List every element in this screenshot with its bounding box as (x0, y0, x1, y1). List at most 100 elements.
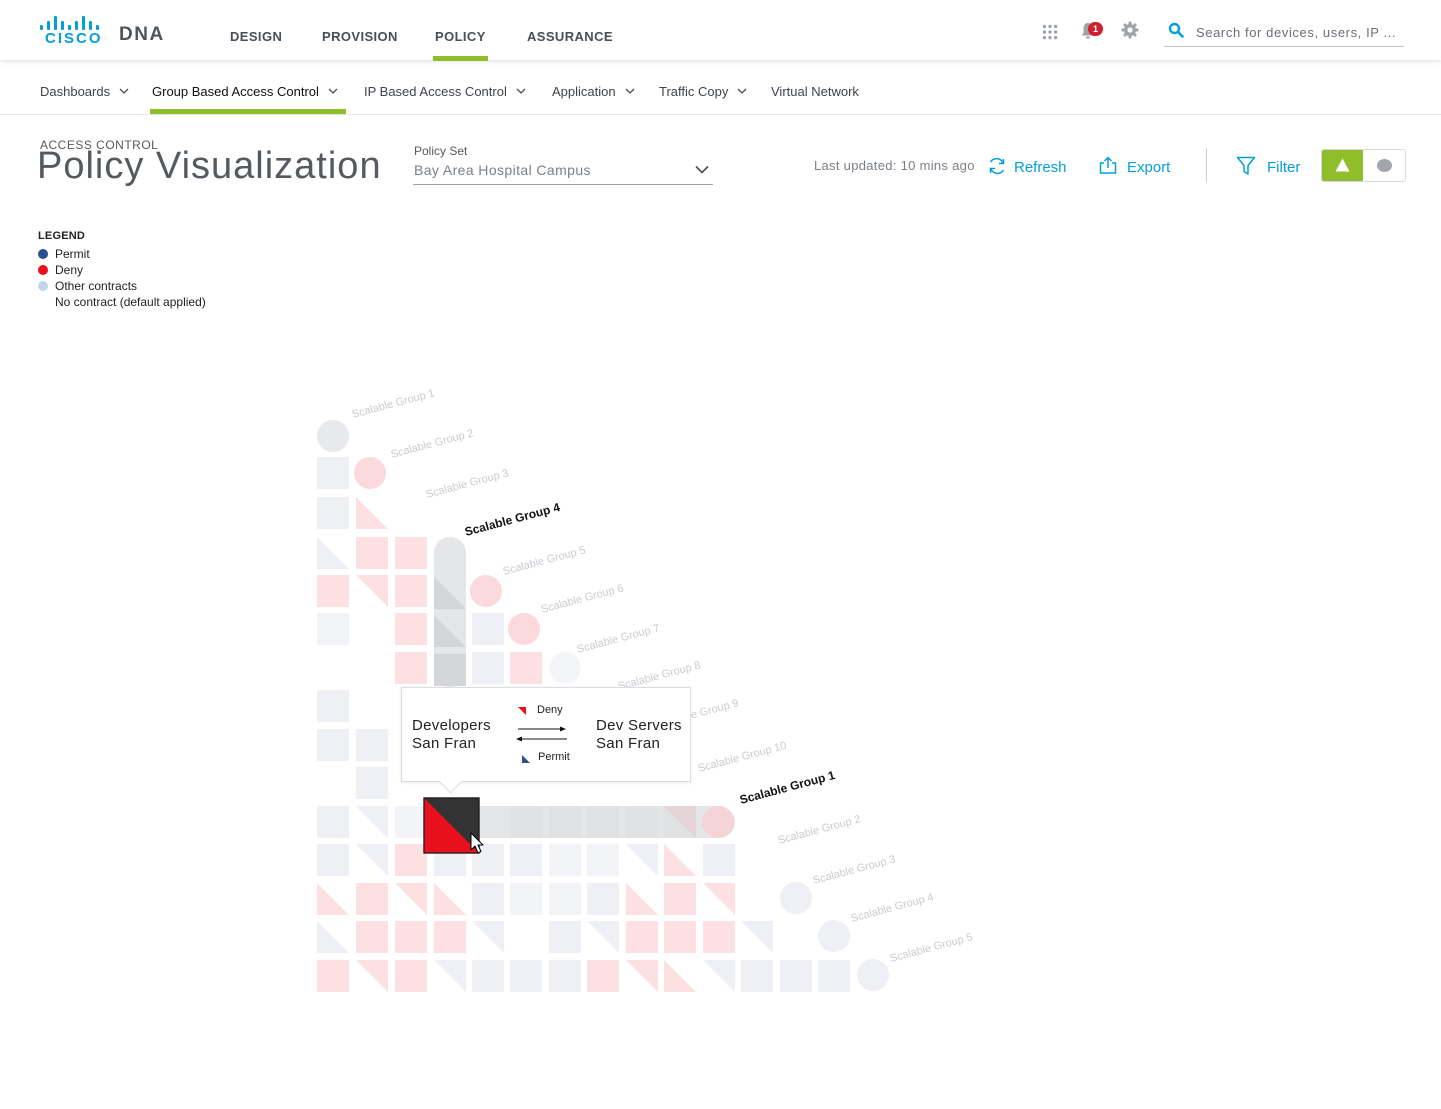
sub-tab-ip-based-access-control[interactable]: IP Based Access Control (364, 84, 526, 99)
bottom-group-label[interactable]: Scalable Group 3 (812, 853, 897, 887)
upper-matrix-cell[interactable] (356, 537, 388, 569)
lower-matrix-cell[interactable] (703, 883, 735, 915)
lower-matrix-cell[interactable] (664, 960, 696, 992)
upper-matrix-cell[interactable] (317, 729, 349, 761)
top-group-label[interactable]: Scalable Group 1 (351, 387, 436, 421)
bottom-group-label[interactable]: Scalable Group 5 (889, 931, 974, 965)
triangle-view-option[interactable] (1322, 150, 1363, 181)
lower-matrix-cell[interactable] (664, 883, 696, 915)
lower-matrix-cell[interactable] (703, 921, 735, 953)
main-tab-assurance[interactable]: ASSURANCE (527, 29, 613, 44)
lower-matrix-cell[interactable] (510, 883, 542, 915)
upper-matrix-cell[interactable] (356, 729, 388, 761)
lower-matrix-cell[interactable] (626, 960, 658, 992)
upper-matrix-cell[interactable] (317, 497, 349, 529)
lower-matrix-cell[interactable] (587, 883, 619, 915)
upper-group-node[interactable] (470, 575, 502, 607)
circle-view-option[interactable] (1364, 150, 1405, 181)
lower-matrix-cell[interactable] (317, 844, 349, 876)
sub-tab-dashboards[interactable]: Dashboards (40, 84, 129, 99)
sub-tab-group-based-access-control[interactable]: Group Based Access Control (150, 84, 346, 114)
lower-matrix-cell[interactable] (741, 921, 773, 953)
filter-button[interactable]: Filter (1236, 156, 1302, 180)
upper-matrix-cell[interactable] (317, 690, 349, 722)
bottom-group-label-highlighted[interactable]: Scalable Group 1 (738, 768, 837, 807)
lower-matrix-cell[interactable] (664, 921, 696, 953)
lower-matrix-cell[interactable] (356, 806, 388, 838)
lower-group-node[interactable] (780, 882, 812, 914)
highlighted-row-cell[interactable] (549, 806, 581, 838)
lower-matrix-cell[interactable] (395, 883, 427, 915)
lower-matrix-cell[interactable] (395, 806, 427, 838)
main-tab-design[interactable]: DESIGN (230, 29, 282, 44)
highlighted-column-cell[interactable] (434, 654, 466, 686)
top-group-label[interactable]: Scalable Group 2 (390, 427, 475, 461)
lower-matrix-cell[interactable] (317, 921, 349, 953)
lower-matrix-cell[interactable] (549, 921, 581, 953)
lower-matrix-cell[interactable] (472, 960, 504, 992)
lower-matrix-cell[interactable] (317, 960, 349, 992)
sub-tab-application[interactable]: Application (552, 84, 635, 99)
upper-matrix-cell[interactable] (317, 575, 349, 607)
lower-matrix-cell[interactable] (626, 883, 658, 915)
lower-matrix-cell[interactable] (356, 960, 388, 992)
upper-matrix-cell[interactable] (356, 575, 388, 607)
lower-matrix-cell[interactable] (434, 960, 466, 992)
upper-matrix-cell[interactable] (317, 613, 349, 645)
app-grid-icon[interactable] (1041, 23, 1059, 41)
export-button[interactable]: Export (1098, 156, 1170, 180)
top-group-label[interactable]: Scalable Group 6 (540, 582, 625, 616)
lower-matrix-cell[interactable] (395, 921, 427, 953)
lower-matrix-cell[interactable] (472, 921, 504, 953)
upper-group-node[interactable] (549, 652, 581, 684)
highlighted-column-cell[interactable] (434, 615, 466, 647)
lower-matrix-cell[interactable] (780, 960, 812, 992)
upper-matrix-cell[interactable] (510, 652, 542, 684)
highlighted-row-cell[interactable] (587, 806, 619, 838)
upper-matrix-cell[interactable] (356, 767, 388, 799)
upper-matrix-cell[interactable] (395, 652, 427, 684)
upper-matrix-cell[interactable] (356, 497, 388, 529)
lower-matrix-cell[interactable] (741, 960, 773, 992)
lower-matrix-cell[interactable] (395, 844, 427, 876)
settings-gear-icon[interactable] (1121, 21, 1139, 39)
lower-matrix-cell[interactable] (818, 960, 850, 992)
lower-group-node[interactable] (818, 920, 850, 952)
lower-matrix-cell[interactable] (703, 960, 735, 992)
sub-tab-virtual-network[interactable]: Virtual Network (771, 84, 859, 99)
top-group-label[interactable]: Scalable Group 10 (697, 740, 788, 775)
highlighted-row-end-node[interactable] (702, 806, 734, 838)
highlighted-column-cell[interactable] (434, 577, 466, 609)
lower-matrix-cell[interactable] (587, 921, 619, 953)
upper-group-node[interactable] (508, 613, 540, 645)
lower-matrix-cell[interactable] (664, 844, 696, 876)
upper-matrix-cell[interactable] (395, 613, 427, 645)
main-tab-policy[interactable]: POLICY (433, 29, 488, 61)
sub-tab-traffic-copy[interactable]: Traffic Copy (659, 84, 747, 99)
bottom-group-label[interactable]: Scalable Group 2 (777, 813, 862, 847)
lower-matrix-cell[interactable] (587, 960, 619, 992)
lower-matrix-cell[interactable] (549, 960, 581, 992)
search-input[interactable] (1194, 20, 1406, 44)
lower-group-node[interactable] (857, 959, 889, 991)
lower-matrix-cell[interactable] (587, 844, 619, 876)
lower-matrix-cell[interactable] (356, 844, 388, 876)
lower-matrix-cell[interactable] (472, 883, 504, 915)
upper-matrix-cell[interactable] (472, 652, 504, 684)
main-tab-provision[interactable]: PROVISION (322, 29, 398, 44)
lower-matrix-cell[interactable] (317, 806, 349, 838)
lower-matrix-cell[interactable] (626, 921, 658, 953)
lower-matrix-cell[interactable] (434, 921, 466, 953)
lower-matrix-cell[interactable] (549, 844, 581, 876)
upper-matrix-cell[interactable] (317, 537, 349, 569)
highlighted-row-cell[interactable] (664, 806, 696, 838)
lower-matrix-cell[interactable] (434, 883, 466, 915)
lower-matrix-cell[interactable] (626, 844, 658, 876)
lower-matrix-cell[interactable] (317, 883, 349, 915)
bottom-group-label[interactable]: Scalable Group 4 (850, 891, 935, 925)
top-group-label[interactable]: Scalable Group 5 (502, 544, 587, 578)
top-group-label[interactable]: Scalable Group 3 (425, 467, 510, 501)
highlighted-row-cell[interactable] (510, 806, 542, 838)
highlighted-row-cell[interactable] (626, 806, 658, 838)
lower-matrix-cell[interactable] (510, 960, 542, 992)
